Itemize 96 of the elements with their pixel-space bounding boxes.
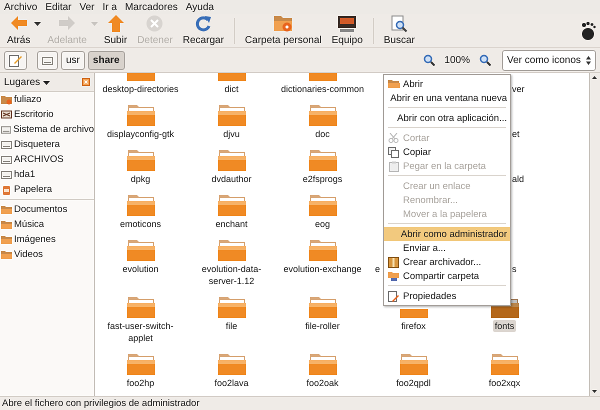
foot-logo-icon bbox=[579, 20, 597, 40]
menu-item[interactable]: Enviar a... bbox=[384, 241, 510, 255]
menu-item[interactable]: Abrir con otra aplicación... bbox=[384, 111, 510, 125]
file-name[interactable]: doc bbox=[313, 128, 332, 140]
file-name[interactable]: file-roller bbox=[303, 320, 342, 332]
file-name[interactable]: foo2oak bbox=[304, 377, 341, 389]
zoom-in-icon[interactable] bbox=[479, 54, 491, 66]
menu-title[interactable]: Editar bbox=[45, 2, 72, 12]
file-name[interactable]: et bbox=[511, 128, 521, 140]
sidebar-item[interactable]: Papelera bbox=[14, 184, 52, 195]
menu-title[interactable]: Ayuda bbox=[186, 2, 214, 12]
file-name[interactable]: ald bbox=[511, 173, 526, 185]
menu-item[interactable]: Crear archivador... bbox=[384, 255, 510, 269]
menu-item[interactable]: Copiar bbox=[384, 145, 510, 159]
close-icon[interactable] bbox=[82, 78, 90, 86]
file-name[interactable]: s bbox=[511, 263, 518, 275]
desktop-icon bbox=[1, 110, 12, 120]
file-name[interactable]: fonts bbox=[492, 320, 516, 332]
copy-icon bbox=[388, 146, 399, 158]
up-arrow-icon bbox=[108, 15, 124, 32]
file-name[interactable]: foo2lava bbox=[212, 377, 251, 389]
file-name[interactable]: evolution bbox=[120, 263, 161, 275]
drive-icon bbox=[42, 56, 53, 64]
trash-icon bbox=[1, 184, 12, 194]
file-name[interactable]: eog bbox=[312, 218, 332, 230]
spinner-arrows-icon bbox=[586, 56, 591, 64]
sidebar-item[interactable]: Disquetera bbox=[14, 139, 60, 150]
reload-icon bbox=[194, 15, 212, 32]
scrollbar[interactable] bbox=[589, 73, 600, 396]
file-name[interactable]: fast-user-switch-applet bbox=[96, 320, 186, 344]
home-folder-icon bbox=[273, 15, 294, 32]
file-name[interactable]: enchant bbox=[213, 218, 250, 230]
file-name[interactable]: evolution-exchange bbox=[281, 263, 364, 275]
menu-item[interactable]: Abrir bbox=[384, 77, 510, 91]
file-name[interactable]: dvdauthor bbox=[209, 173, 254, 185]
file-name[interactable]: dictionaries-common bbox=[278, 83, 366, 95]
path-button[interactable]: share bbox=[88, 50, 125, 70]
view-mode-select[interactable]: Ver como iconos bbox=[502, 50, 596, 70]
forward-arrow-icon bbox=[58, 15, 76, 31]
toolbar-button[interactable]: Equipo bbox=[328, 15, 367, 46]
caret-icon bbox=[42, 80, 50, 84]
home-folder-icon bbox=[1, 94, 12, 104]
pencil-note-icon bbox=[9, 54, 22, 66]
toolbar-button[interactable]: Carpeta personal bbox=[240, 15, 326, 46]
dropdown-caret-icon[interactable] bbox=[34, 22, 42, 26]
path-button[interactable]: usr bbox=[61, 50, 85, 70]
menu-item[interactable]: Propiedades bbox=[384, 289, 510, 303]
file-name[interactable]: dpkg bbox=[128, 173, 152, 185]
file-name[interactable]: foo2hp bbox=[124, 377, 156, 389]
menu-item[interactable]: Compartir carpeta bbox=[384, 269, 510, 283]
sidebar-item[interactable]: Escritorio bbox=[14, 109, 54, 120]
toolbar-button[interactable]: Atrás bbox=[3, 15, 34, 46]
toolbar-button[interactable]: Recargar bbox=[178, 15, 228, 46]
status-text: Abre el fichero con privilegios de administrador bbox=[2, 398, 200, 409]
file-name[interactable]: displayconfig-gtk bbox=[104, 128, 176, 140]
sidebar-item[interactable]: Documentos bbox=[14, 204, 68, 215]
file-name[interactable]: emoticons bbox=[118, 218, 164, 230]
sidebar-item[interactable]: Sistema de archivo bbox=[13, 124, 94, 135]
menu-title[interactable]: Marcadores bbox=[124, 2, 178, 12]
scissors-icon bbox=[388, 133, 399, 143]
computer-icon bbox=[337, 15, 358, 33]
file-name[interactable]: e2fsprogs bbox=[300, 173, 344, 185]
file-name[interactable]: e bbox=[374, 263, 382, 275]
file-name[interactable]: djvu bbox=[221, 128, 242, 140]
toolbar-button[interactable]: Subir bbox=[100, 15, 132, 46]
toolbar-button[interactable]: Buscar bbox=[380, 15, 419, 46]
menu-title[interactable]: Ver bbox=[79, 2, 94, 12]
zoom-level: 100% bbox=[444, 54, 470, 66]
file-name[interactable]: evolution-data-server-1.12 bbox=[186, 263, 276, 287]
file-name[interactable]: firefox bbox=[399, 320, 428, 332]
path-button[interactable] bbox=[37, 50, 58, 70]
sidebar-item[interactable]: Imágenes bbox=[14, 234, 56, 245]
file-name[interactable]: foo2qpdl bbox=[394, 377, 433, 389]
clipboard-icon bbox=[388, 160, 398, 172]
file-name[interactable]: ver bbox=[511, 83, 526, 95]
menu-item[interactable]: Abrir como administrador bbox=[384, 227, 510, 241]
file-name[interactable]: desktop-directories bbox=[100, 83, 181, 95]
sidebar-item[interactable]: hda1 bbox=[14, 169, 36, 180]
file-name[interactable]: dict bbox=[222, 83, 240, 95]
edit-location-button[interactable] bbox=[4, 50, 27, 70]
menu-item[interactable]: Abrir en una ventana nueva bbox=[384, 91, 510, 105]
sidebar-item[interactable]: ARCHIVOS bbox=[14, 154, 64, 165]
menu-title[interactable]: Archivo bbox=[4, 2, 38, 12]
file-name[interactable]: foo2xqx bbox=[486, 377, 522, 389]
menu-title[interactable]: Ir a bbox=[102, 2, 117, 12]
archive-icon bbox=[388, 256, 399, 268]
sidebar-item[interactable]: Videos bbox=[14, 249, 43, 260]
shared-folder-icon bbox=[388, 271, 400, 281]
back-arrow-icon bbox=[10, 15, 28, 31]
properties-icon bbox=[388, 290, 399, 302]
file-name[interactable]: file bbox=[224, 320, 240, 332]
search-icon bbox=[390, 15, 408, 33]
stop-icon bbox=[146, 15, 164, 32]
zoom-out-icon[interactable] bbox=[423, 54, 436, 66]
sidebar-item[interactable]: Música bbox=[14, 219, 44, 230]
sidebar-item[interactable]: fuliazo bbox=[14, 94, 42, 105]
